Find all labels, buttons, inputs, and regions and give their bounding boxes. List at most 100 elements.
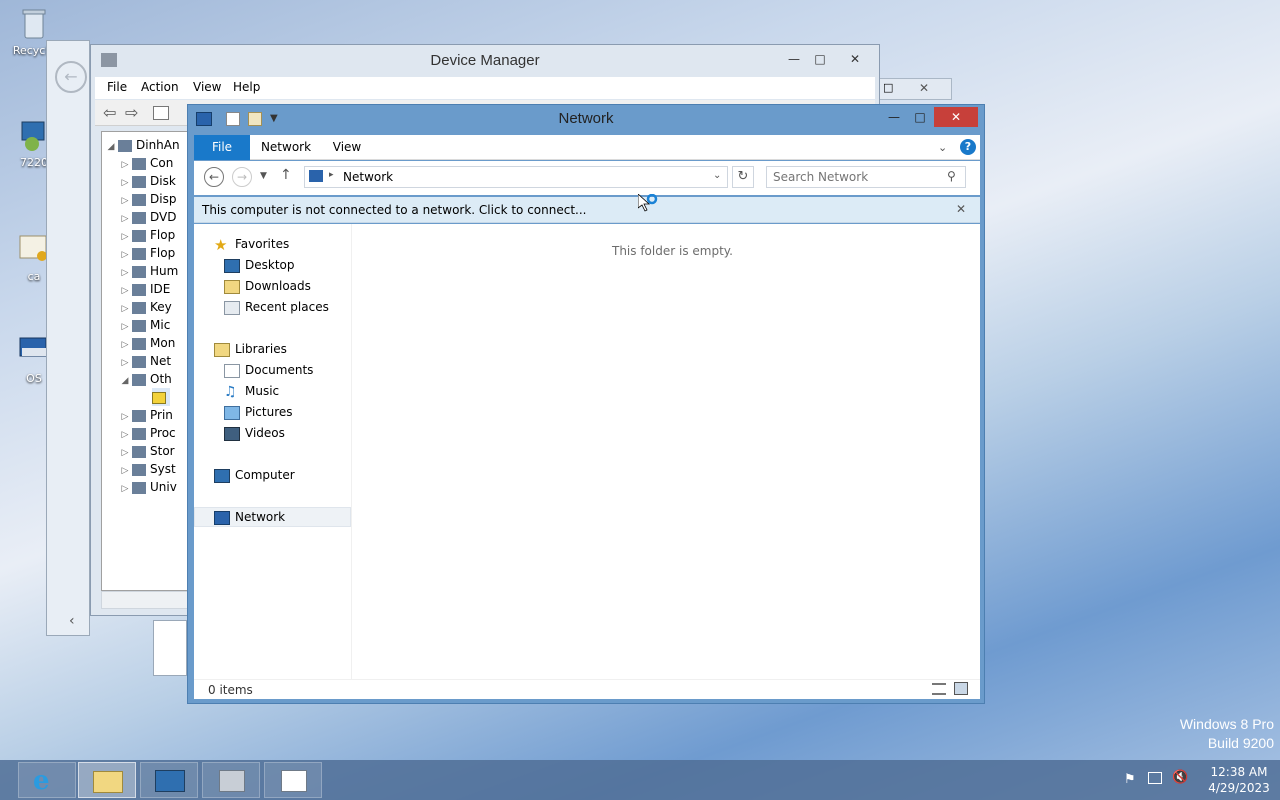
nav-pictures[interactable]: Pictures [224, 402, 293, 422]
maximize-button[interactable]: □ [807, 49, 833, 69]
tree-item[interactable]: ▷ Net [118, 352, 172, 370]
search-icon[interactable]: ⚲ [947, 169, 956, 183]
busy-cursor-icon [637, 193, 658, 214]
tree-item[interactable]: ▷ Syst [118, 460, 176, 478]
forward-arrow-icon[interactable]: ⇨ [125, 103, 138, 122]
nav-recent-places[interactable]: Recent places [224, 297, 329, 317]
chevron-left-icon[interactable]: ‹ [69, 613, 75, 629]
taskbar-app-printer[interactable] [202, 762, 260, 798]
warning-device-icon [152, 391, 166, 404]
nav-desktop[interactable]: Desktop [224, 255, 295, 275]
menu-view[interactable]: View [193, 80, 221, 94]
tab-network[interactable]: Network [258, 135, 314, 160]
tree-item[interactable]: ▷ Proc [118, 424, 176, 442]
horizontal-scrollbar[interactable] [101, 591, 191, 609]
minimize-button[interactable]: — [781, 49, 807, 69]
address-dropdown-icon[interactable]: ⌄ [713, 170, 721, 181]
tree-item-label: Flop [150, 228, 176, 242]
tree-item[interactable]: ▷ Stor [118, 442, 175, 460]
details-view-icon[interactable] [932, 683, 946, 695]
nav-computer[interactable]: Computer [214, 465, 295, 485]
tree-item[interactable]: ▷ Flop [118, 226, 176, 244]
tree-item[interactable]: ▷ DVD [118, 208, 177, 226]
nav-libraries[interactable]: Libraries [214, 339, 287, 359]
tree-item[interactable]: ▷ Hum [118, 262, 179, 280]
tab-file[interactable]: File [194, 135, 250, 160]
nav-videos[interactable]: Videos [224, 423, 285, 443]
tree-item[interactable]: ▷ Flop [118, 244, 176, 262]
music-icon: ♫ [224, 383, 237, 400]
tree-item[interactable]: ▷ Disp [118, 190, 177, 208]
recent-locations-dropdown-icon[interactable]: ▼ [260, 171, 267, 181]
minimize-button[interactable]: — [880, 107, 908, 127]
clock-date[interactable]: 4/29/2023 [1202, 781, 1276, 795]
search-input[interactable] [773, 169, 943, 185]
large-icons-view-icon[interactable] [954, 682, 968, 695]
tree-item[interactable]: ▷ IDE [118, 280, 171, 298]
tree-item-label: IDE [150, 282, 171, 296]
network-infobar[interactable]: This computer is not connected to a netw… [194, 197, 980, 223]
properties-icon[interactable] [153, 106, 169, 120]
up-arrow-icon[interactable]: ↑ [280, 167, 292, 183]
close-button[interactable]: ✕ [934, 107, 978, 127]
nav-music[interactable]: ♫ Music [224, 381, 279, 401]
collapse-arrow-icon[interactable]: ◢ [104, 138, 118, 156]
infobar-text[interactable]: This computer is not connected to a netw… [202, 203, 586, 217]
infobar-close-icon[interactable]: ✕ [956, 202, 966, 216]
menu-bar: File Action View Help [95, 77, 875, 99]
close-button[interactable]: ✕ [837, 49, 873, 69]
tree-item[interactable]: ◢ Oth [118, 370, 172, 388]
refresh-icon[interactable]: ↻ [732, 166, 754, 188]
maximize-icon[interactable]: □ [883, 81, 893, 94]
documents-icon [224, 363, 240, 378]
taskbar-internet-explorer[interactable]: e [18, 762, 76, 798]
tree-item[interactable]: ▷ Con [118, 154, 174, 172]
nav-favorites[interactable]: ★ Favorites [214, 234, 289, 254]
tree-item[interactable]: ▷ Mic [118, 316, 171, 334]
expand-arrow-icon[interactable]: ▷ [118, 480, 132, 498]
tree-item[interactable]: ▷ Disk [118, 172, 176, 190]
help-icon[interactable]: ? [960, 139, 976, 155]
nav-documents[interactable]: Documents [224, 360, 313, 380]
back-button-icon[interactable]: ← [204, 167, 224, 187]
menu-action[interactable]: Action [141, 80, 179, 94]
action-center-flag-icon[interactable]: ⚑ [1124, 772, 1136, 787]
back-arrow-icon[interactable]: ⇦ [103, 103, 116, 122]
volume-muted-icon[interactable]: 🔇 [1172, 770, 1188, 785]
device-category-icon [132, 301, 146, 314]
nav-downloads[interactable]: Downloads [224, 276, 311, 296]
close-icon[interactable]: ✕ [919, 81, 929, 95]
menu-help[interactable]: Help [233, 80, 260, 94]
maximize-button[interactable]: □ [906, 107, 934, 127]
taskbar-device-manager[interactable] [140, 762, 198, 798]
tab-view[interactable]: View [324, 135, 370, 160]
tree-item[interactable]: ▷ Key [118, 298, 172, 316]
tree-item-label: Syst [150, 462, 176, 476]
tree-item[interactable] [152, 388, 170, 406]
taskbar-notepad[interactable] [264, 762, 322, 798]
menu-file[interactable]: File [107, 80, 127, 94]
tree-root[interactable]: ◢ DinhAn [104, 136, 180, 154]
ribbon-expand-icon[interactable]: ⌄ [938, 141, 947, 154]
windows-edition-watermark: Windows 8 Pro Build 9200 [1180, 716, 1274, 751]
back-arrow-icon[interactable]: ← [55, 61, 87, 93]
forward-button-icon[interactable]: → [232, 167, 252, 187]
network-disconnected-icon[interactable] [1148, 772, 1162, 784]
tree-item[interactable]: ▷ Prin [118, 406, 173, 424]
device-category-icon [132, 319, 146, 332]
clock-time[interactable]: 12:38 AM [1204, 765, 1274, 779]
item-count: 0 items [208, 683, 253, 697]
taskbar-file-explorer[interactable] [78, 762, 136, 798]
breadcrumb-network[interactable]: Network [343, 170, 393, 184]
folder-icon [93, 771, 123, 793]
tree-item[interactable]: ▷ Mon [118, 334, 176, 352]
address-bar[interactable]: ▸ Network ⌄ [304, 166, 728, 188]
collapse-arrow-icon[interactable]: ◢ [118, 372, 132, 390]
tree-item[interactable]: ▷ Univ [118, 478, 177, 496]
nav-network[interactable]: Network [214, 507, 285, 527]
build-text: Build 9200 [1207, 735, 1274, 751]
tree-item-label: Con [150, 156, 174, 170]
tree-item-label: Prin [150, 408, 173, 422]
search-box[interactable]: ⚲ [766, 166, 966, 188]
window-title: Network [558, 110, 614, 127]
